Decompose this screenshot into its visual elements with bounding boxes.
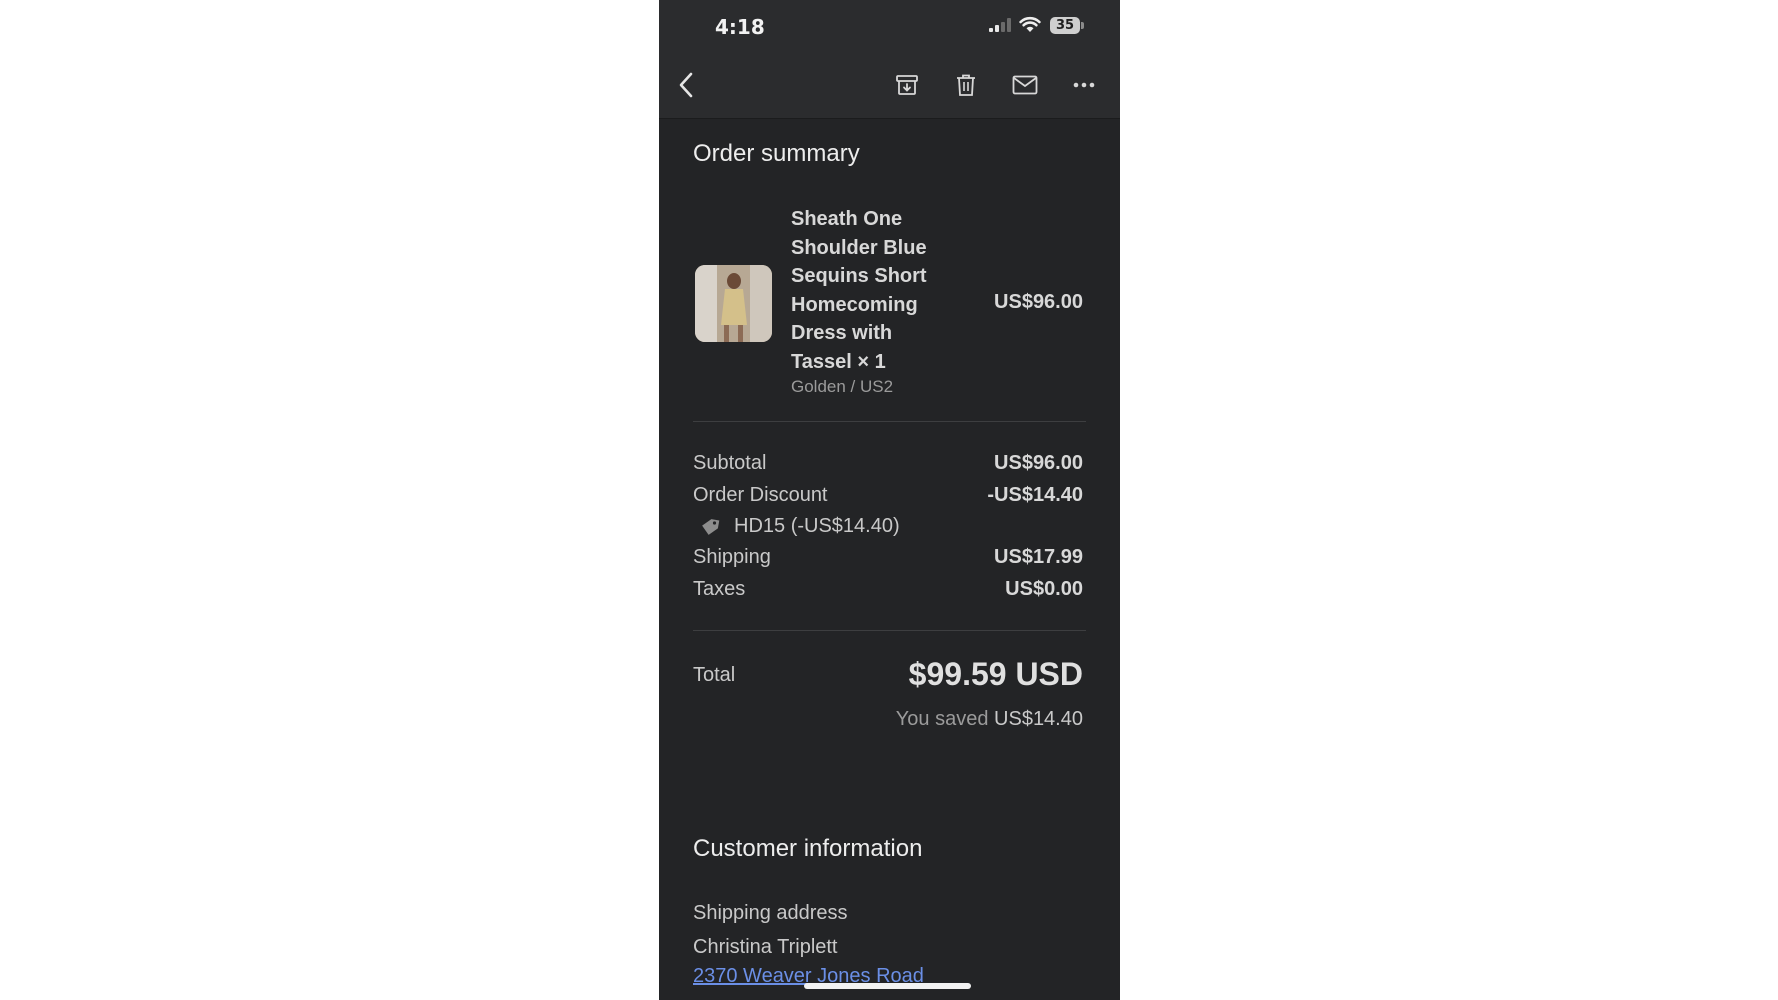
- saved-label: You saved: [895, 708, 989, 730]
- product-price: US$96.00: [994, 291, 1083, 313]
- product-image[interactable]: [695, 265, 772, 342]
- shipping-value: US$17.99: [994, 546, 1083, 568]
- total-label: Total: [693, 664, 736, 686]
- order-summary-heading: Order summary: [693, 140, 860, 167]
- shipping-address-label: Shipping address: [693, 902, 848, 924]
- divider: [693, 630, 1086, 631]
- discount-tag-icon: [699, 517, 721, 542]
- discount-code: HD15 (-US$14.40): [734, 515, 900, 537]
- taxes-label: Taxes: [693, 578, 746, 600]
- mail-icon[interactable]: [1010, 70, 1040, 100]
- customer-info-heading: Customer information: [693, 835, 923, 862]
- more-icon[interactable]: [1069, 70, 1099, 100]
- battery-indicator: 35: [1050, 17, 1084, 34]
- order-discount-label: Order Discount: [693, 484, 828, 506]
- archive-icon[interactable]: [892, 70, 922, 100]
- product-variant: Golden / US2: [791, 377, 894, 396]
- divider: [693, 421, 1086, 422]
- total-value: $99.59 USD: [908, 656, 1083, 692]
- subtotal-value: US$96.00: [994, 452, 1083, 474]
- mail-toolbar: [659, 56, 1120, 119]
- subtotal-label: Subtotal: [693, 452, 767, 474]
- chevron-left-icon[interactable]: [671, 70, 701, 100]
- phone-screen: 4:18 35 Order summary Sheath One Shoulde…: [659, 0, 1120, 1000]
- wifi-icon: [1019, 16, 1041, 38]
- trash-icon[interactable]: [951, 70, 981, 100]
- home-indicator[interactable]: [804, 983, 971, 989]
- taxes-value: US$0.00: [1005, 578, 1083, 600]
- order-discount-value: -US$14.40: [987, 484, 1083, 506]
- product-name[interactable]: Sheath One Shoulder Blue Sequins Short H…: [791, 205, 951, 376]
- status-time: 4:18: [715, 15, 765, 39]
- saved-value: US$14.40: [994, 708, 1083, 730]
- cellular-signal-icon: [989, 18, 1013, 37]
- savings-text: You saved US$14.40: [896, 708, 1083, 731]
- shipping-label: Shipping: [693, 546, 771, 568]
- status-bar: 4:18 35: [659, 0, 1120, 56]
- customer-name: Christina Triplett: [693, 936, 838, 958]
